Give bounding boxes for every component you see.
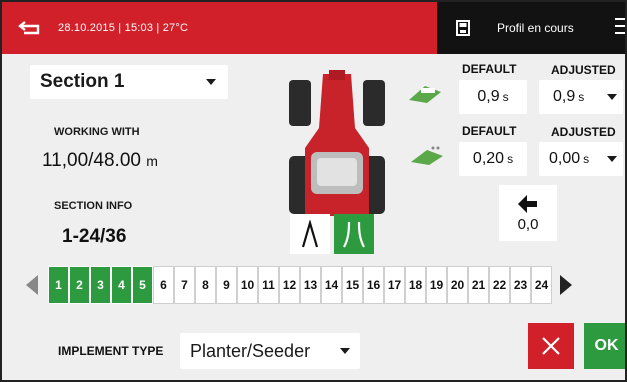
back-arrow-icon [18,21,40,35]
default-delay-off: 0,20 s [459,142,527,176]
section-button[interactable]: 10 [237,266,258,304]
mode-double-button[interactable] [334,214,374,254]
section-info-value: 1-24/36 [62,226,127,247]
section-button[interactable]: 16 [363,266,384,304]
adjusted-delay-on-value: 0,9 [553,88,576,105]
section-button[interactable]: 18 [405,266,426,304]
close-icon [542,337,560,355]
ok-button[interactable]: OK [584,323,625,369]
screen: 28.10.2015 | 15:03 | 27°C Profil en cour… [0,0,627,382]
section-button[interactable]: 23 [510,266,531,304]
save-icon [456,20,470,36]
implement-type-value: Planter/Seeder [190,340,311,361]
implement-type-dropdown[interactable]: Planter/Seeder [180,333,360,369]
working-with-unit: m [146,153,158,169]
default-delay-on-value: 0,9 [477,88,500,105]
section-list: 1 2 3 4 5 6 7 8 9 10 11 12 13 14 15 16 17 18 19 20 21 22 23 24 [48,266,552,304]
section-button[interactable]: 17 [384,266,405,304]
section-button[interactable]: 24 [531,266,552,304]
section-button[interactable]: 19 [426,266,447,304]
header-right: Profil en cours [437,2,625,54]
profile-label[interactable]: Profil en cours [497,21,574,35]
single-line-icon [301,220,319,248]
chevron-down-icon [340,348,350,354]
tractor-image [289,70,385,216]
scroll-right-arrow-icon[interactable] [560,275,572,295]
working-with-number: 11,00/48.00 [42,150,141,171]
section-button[interactable]: 7 [174,266,195,304]
mode-single-button[interactable] [290,214,330,254]
chevron-down-icon [607,94,617,100]
double-line-icon [343,221,365,248]
default-delay-off-unit: s [507,152,514,166]
section-button[interactable]: 8 [195,266,216,304]
adjusted-delay-off-dropdown[interactable]: 0,00 s [539,142,623,176]
section-on-icon [409,86,441,103]
adjusted-delay-on-unit: s [578,90,585,104]
arrow-left-icon [518,194,537,213]
offset-box[interactable]: 0,0 [499,185,557,241]
section-button[interactable]: 4 [111,266,132,304]
menu-icon[interactable] [615,18,625,39]
save-profile-button[interactable] [437,2,489,54]
section-button[interactable]: 1 [48,266,69,304]
section-button[interactable]: 6 [153,266,174,304]
adjusted-delay-on-dropdown[interactable]: 0,9 s [539,80,623,114]
section-button[interactable]: 12 [279,266,300,304]
section-button[interactable]: 3 [90,266,111,304]
default-delay-on-unit: s [502,90,509,104]
section-info-label: SECTION INFO [54,200,133,212]
section-button[interactable]: 11 [258,266,279,304]
default-header-2: DEFAULT [462,124,517,138]
section-button[interactable]: 15 [342,266,363,304]
section-dropdown-value: Section 1 [40,71,125,92]
section-strip: 1 2 3 4 5 6 7 8 9 10 11 12 13 14 15 16 17 18 19 20 21 22 23 24 [26,264,604,306]
working-with-label: WORKING WITH [54,126,140,138]
section-off-icon [411,146,443,165]
status-text: 28.10.2015 | 15:03 | 27°C [58,22,189,34]
chevron-down-icon [607,156,617,162]
implement-type-label: IMPLEMENT TYPE [58,344,164,358]
section-button[interactable]: 14 [321,266,342,304]
section-button[interactable]: 9 [216,266,237,304]
section-button[interactable]: 20 [447,266,468,304]
section-button[interactable]: 21 [468,266,489,304]
back-button[interactable] [2,2,58,54]
header-bar: 28.10.2015 | 15:03 | 27°C Profil en cour… [2,2,625,54]
default-header-1: DEFAULT [462,62,517,76]
chevron-down-icon [206,79,216,85]
section-button[interactable]: 13 [300,266,321,304]
adjusted-delay-off-value: 0,00 [549,150,581,167]
working-with-value: 11,00/48.00 m [42,150,158,172]
header-left: 28.10.2015 | 15:03 | 27°C [2,2,437,54]
scroll-left-arrow-icon[interactable] [26,275,38,295]
default-delay-on: 0,9 s [459,80,527,114]
default-delay-off-value: 0,20 [472,150,505,167]
adjusted-delay-off-unit: s [583,152,590,166]
offset-value: 0,0 [517,215,539,233]
section-button[interactable]: 22 [489,266,510,304]
adjusted-header-1: ADJUSTED [551,63,616,77]
adjusted-header-2: ADJUSTED [551,125,616,139]
section-dropdown[interactable]: Section 1 [30,65,228,99]
section-button[interactable]: 5 [132,266,153,304]
cancel-button[interactable] [528,323,574,369]
section-button[interactable]: 2 [69,266,90,304]
